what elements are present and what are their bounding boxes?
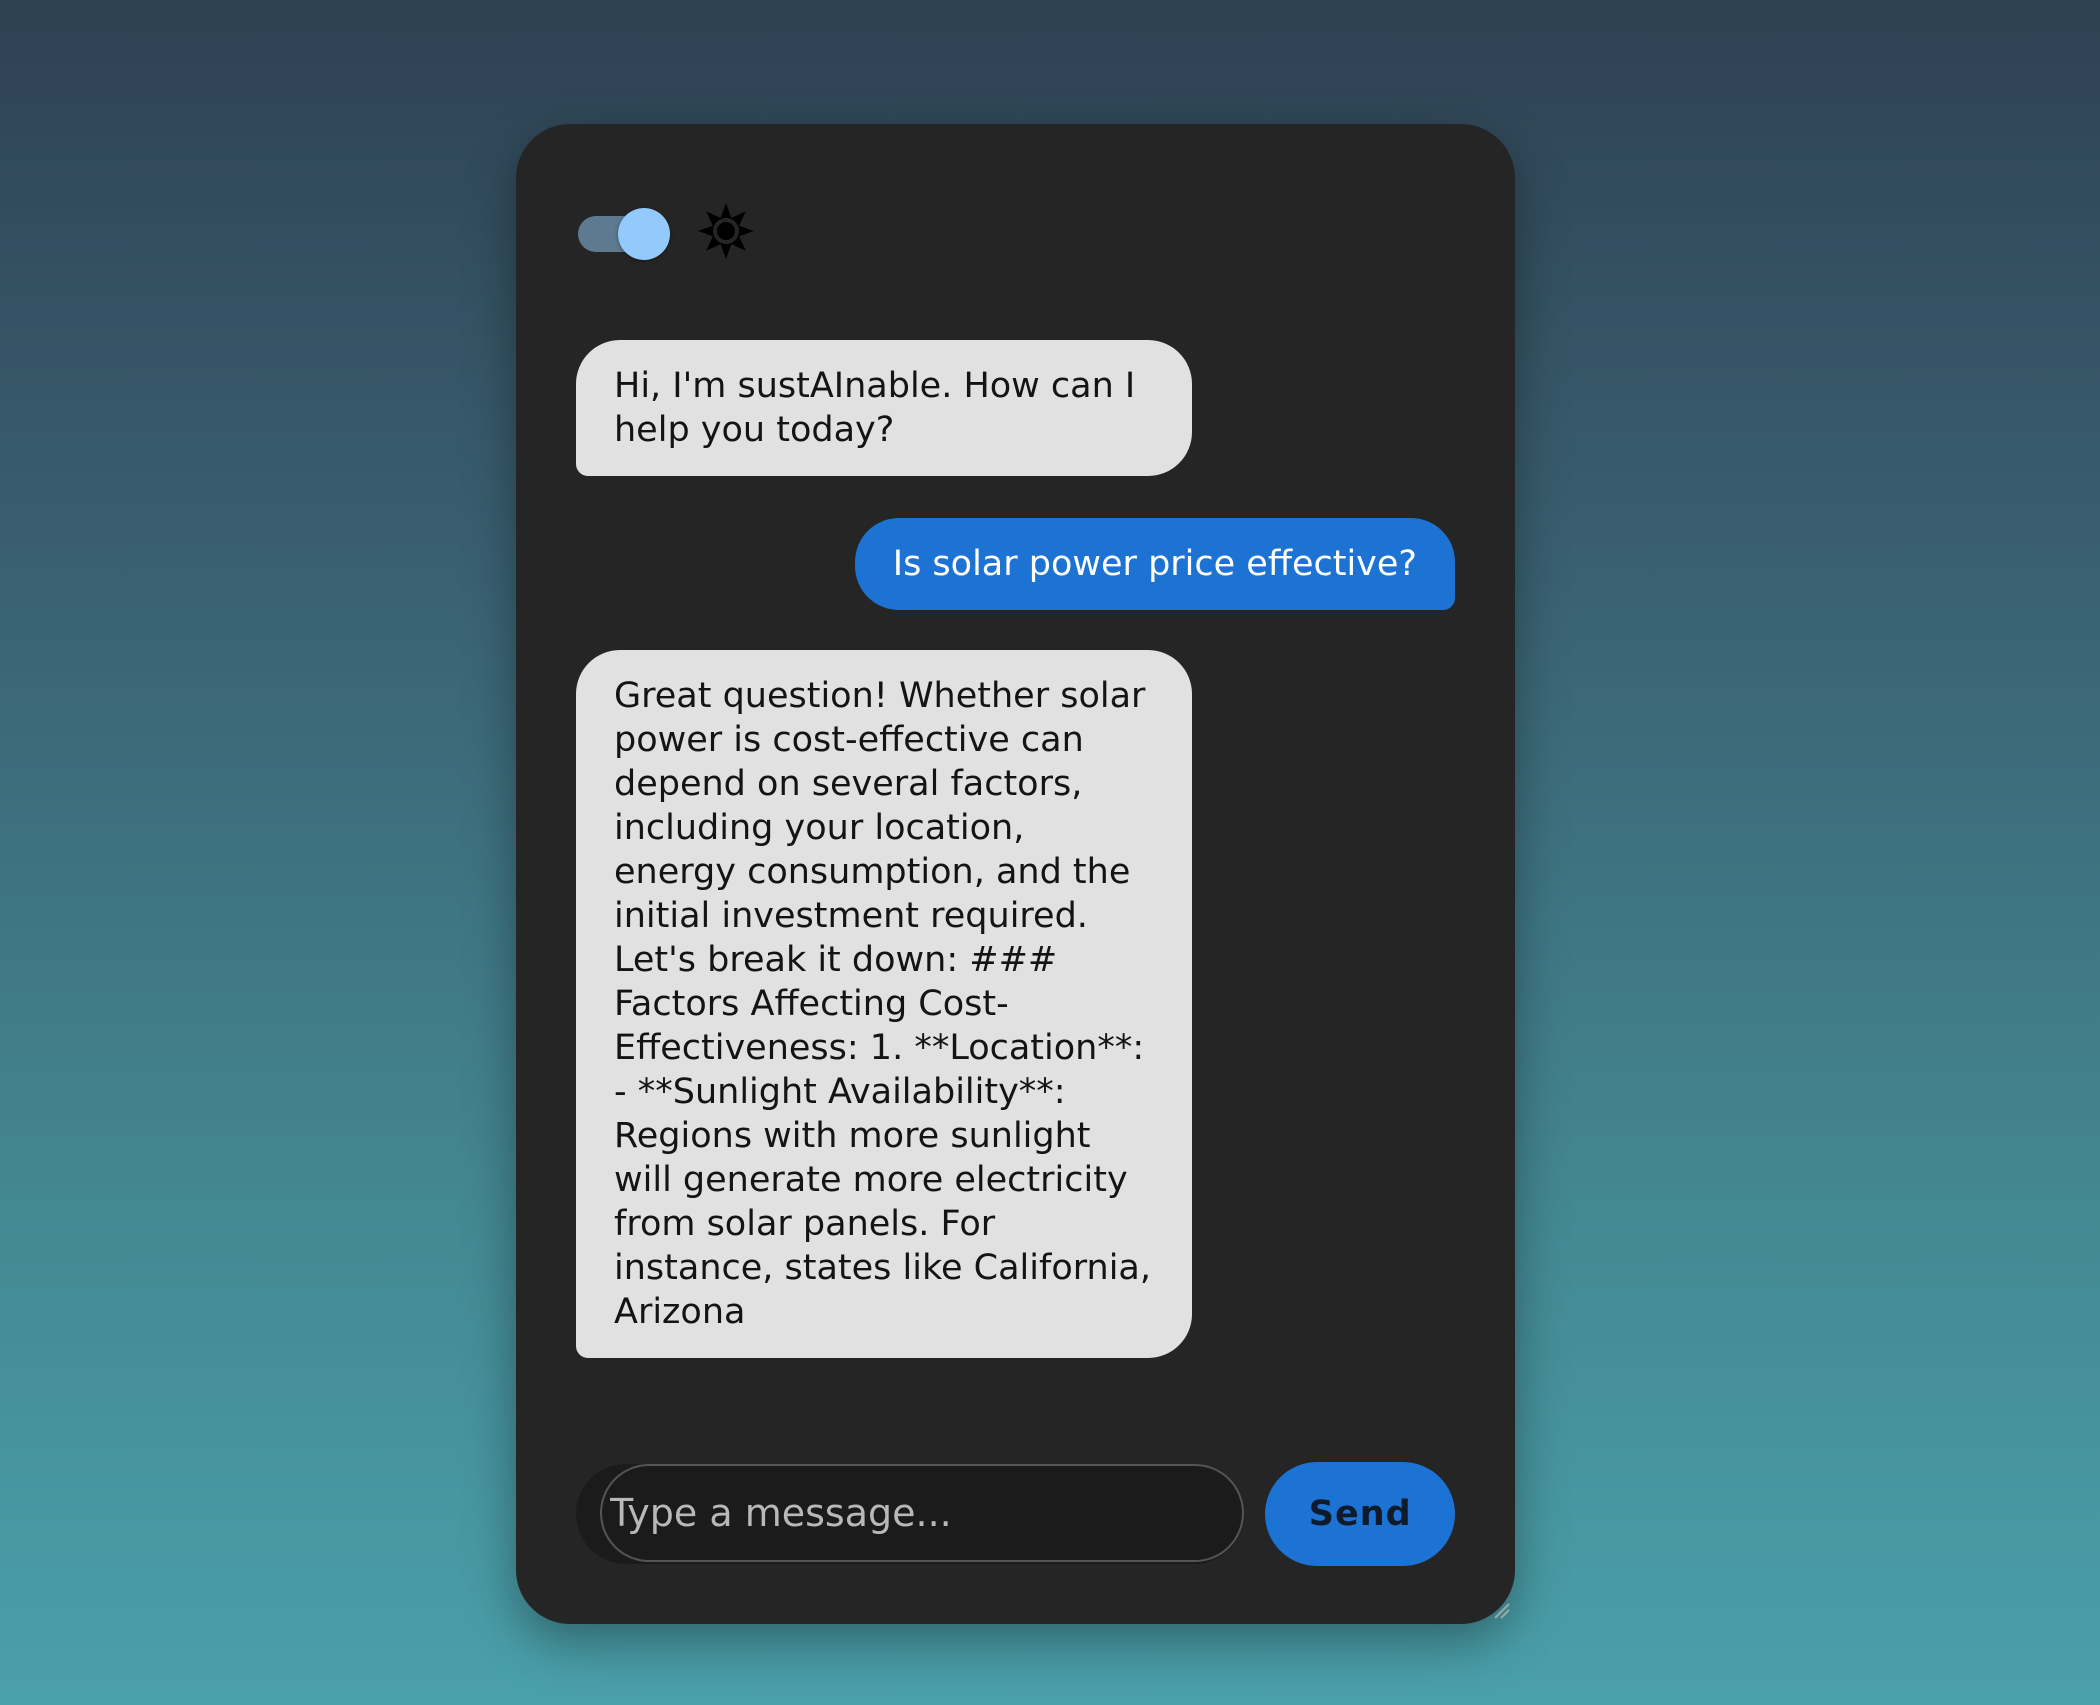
chat-window: Hi, I'm sustAInable. How can I help you … [516,124,1515,1624]
message-input-container [576,1464,1245,1564]
resize-grip-icon[interactable] [1491,1600,1511,1620]
theme-toggle[interactable] [578,201,670,261]
message-list: Hi, I'm sustAInable. How can I help you … [576,340,1455,1358]
user-message: Is solar power price effective? [854,518,1455,610]
message-input[interactable] [600,1464,1244,1562]
sun-icon [698,203,754,259]
composer: Send [576,1462,1455,1566]
bot-message: Hi, I'm sustAInable. How can I help you … [576,340,1192,476]
bot-message: Great question! Whether solar power is c… [576,650,1192,1358]
theme-toggle-knob[interactable] [618,208,670,260]
theme-controls [578,196,756,266]
send-button[interactable]: Send [1265,1462,1455,1566]
